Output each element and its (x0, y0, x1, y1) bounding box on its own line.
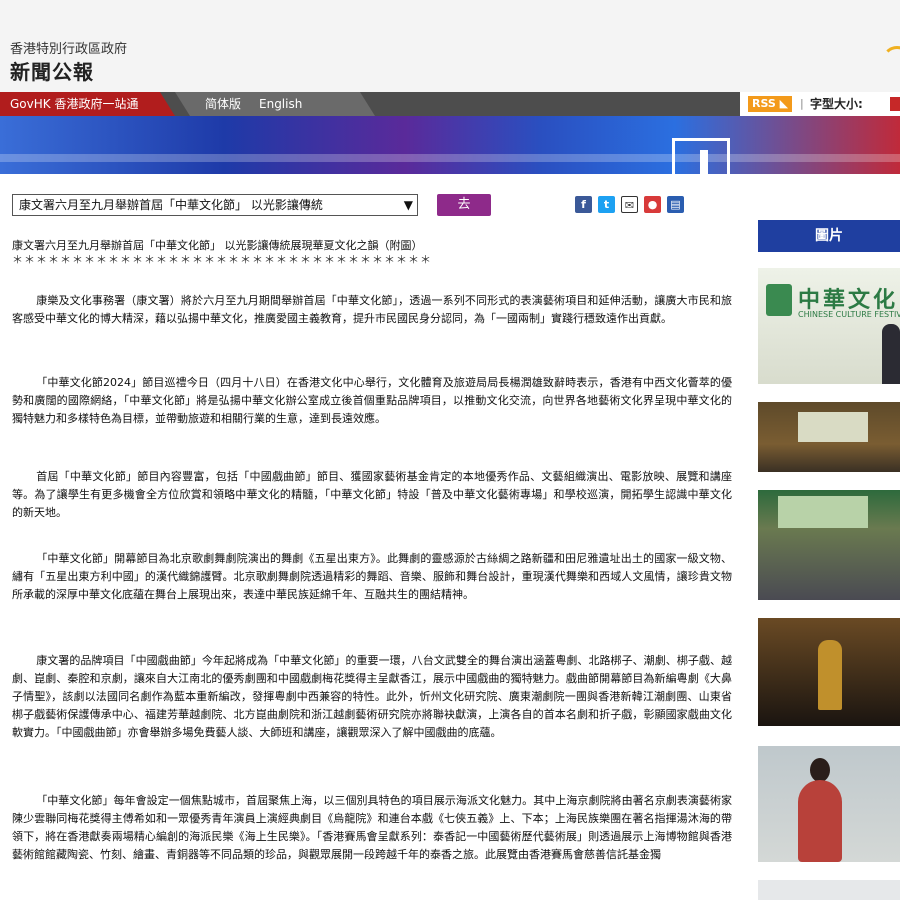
page-header: 香港特別行政區政府 新聞公報 (0, 0, 900, 92)
english-link[interactable]: English (259, 92, 302, 116)
article-select-value: 康文署六月至九月舉辦首屆「中華文化節」 以光影讓傳統 (19, 198, 323, 212)
article-paragraph: 「中華文化節2024」節目巡禮今日（四月十八日）在香港文化中心舉行，文化體育及旅… (12, 376, 732, 425)
site-title[interactable]: 新聞公報 (10, 56, 94, 85)
chevron-down-icon: ▼ (403, 198, 413, 212)
article-select[interactable]: 康文署六月至九月舉辦首屆「中華文化節」 以光影讓傳統 ▼ (12, 194, 418, 216)
photo-thumbnail[interactable] (758, 746, 900, 862)
photo-thumbnail[interactable] (758, 490, 900, 600)
rss-button[interactable]: RSS ◣ (748, 96, 793, 112)
twitter-icon[interactable]: t (598, 196, 615, 213)
print-icon[interactable]: ▤ (667, 196, 684, 213)
photo-thumbnail[interactable] (758, 402, 900, 472)
decorative-banner (0, 116, 900, 176)
thumbnail-caption-en: CHINESE CULTURE FESTIVAL (798, 310, 900, 319)
festival-logo-icon (766, 284, 792, 316)
government-name: 香港特別行政區政府 (10, 42, 128, 57)
rss-icon: ◣ (779, 97, 789, 110)
article-paragraph: 「中華文化節」每年會設定一個焦點城市，首屆聚焦上海，以三個別具特色的項目展示海派… (12, 794, 732, 861)
font-size-label: 字型大小: (810, 97, 863, 111)
email-icon[interactable]: ✉ (621, 196, 638, 213)
press-release-body: 康文署六月至九月舉辦首屆「中華文化節」 以光影讓傳統展現華夏文化之韻（附圖） ＊… (12, 238, 732, 861)
article-title: 康文署六月至九月舉辦首屆「中華文化節」 以光影讓傳統展現華夏文化之韻（附圖） (12, 239, 423, 252)
decorative-logo-icon (882, 46, 900, 76)
title-separator: ＊＊＊＊＊＊＊＊＊＊＊＊＊＊＊＊＊＊＊＊＊＊＊＊＊＊＊＊＊＊＊＊＊＊＊ (12, 253, 432, 266)
photo-thumbnail[interactable] (758, 880, 900, 900)
article-paragraph: 康樂及文化事務署（康文署）將於六月至九月期間舉辦首屆「中華文化節」，透過一系列不… (12, 294, 732, 325)
top-nav-bar: GovHK 香港政府一站通 简体版 English RSS ◣ | 字型大小: (0, 92, 900, 116)
govhk-link[interactable]: GovHK 香港政府一站通 (0, 92, 175, 116)
language-switcher: 简体版 English (175, 92, 375, 116)
photo-thumbnail[interactable]: 中華文化 CHINESE CULTURE FESTIVAL (758, 268, 900, 384)
rss-label: RSS (752, 97, 776, 110)
go-button[interactable]: 去 (437, 194, 491, 216)
article-paragraph: 「中華文化節」開幕節目為北京歌劇舞劇院演出的舞劇《五星出東方》。此舞劇的靈感源於… (12, 552, 732, 601)
nav-utilities: RSS ◣ | 字型大小: (740, 92, 900, 116)
article-paragraph: 康文署的品牌項目「中國戲曲節」今年起將成為「中華文化節」的重要一環，八台文武雙全… (12, 654, 732, 739)
facebook-icon[interactable]: f (575, 196, 592, 213)
divider: | (800, 97, 804, 110)
sidebar-photos-heading: 圖片 (758, 220, 900, 252)
article-paragraph: 首屆「中華文化節」節目內容豐富，包括「中國戲曲節」節目、獲國家藝術基金肯定的本地… (12, 470, 732, 519)
simplified-chinese-link[interactable]: 简体版 (205, 92, 241, 116)
photo-thumbnail[interactable] (758, 618, 900, 726)
weibo-icon[interactable]: ● (644, 196, 661, 213)
font-size-button[interactable] (890, 97, 900, 111)
